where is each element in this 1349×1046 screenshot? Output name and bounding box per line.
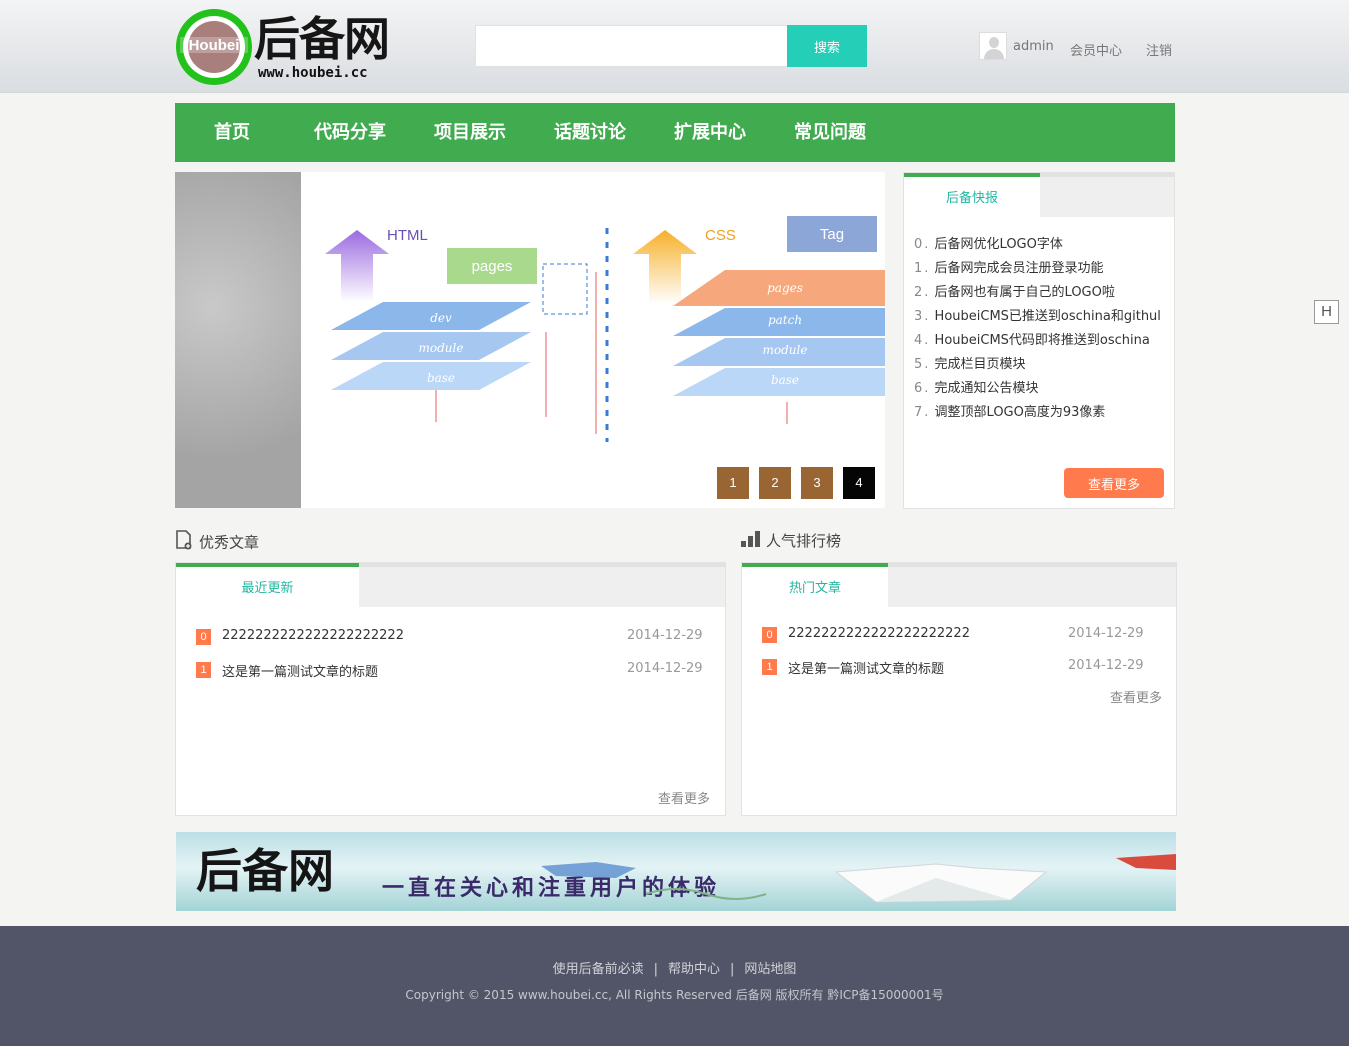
footer-copyright: Copyright © 2015 www.houbei.cc, All Righ… <box>405 988 944 1002</box>
search-button[interactable]: 搜索 <box>787 25 867 67</box>
news-list: 0. 后备网优化LOGO字体 1. 后备网完成会员注册登录功能 2. 后备网也有… <box>914 233 1166 425</box>
promo-banner[interactable]: 后备网 一直在关心和注重用户的体验 <box>176 832 1176 911</box>
articles-tabbar: 最近更新 <box>176 563 725 611</box>
layer-dev-label: dev <box>430 311 452 325</box>
layer-base-label: base <box>427 371 455 385</box>
diagram-pages-label: pages <box>472 258 513 275</box>
logo-url: www.houbei.cc <box>258 65 368 81</box>
table-row[interactable]: 0 2222222222222222222222 2014-12-29 <box>196 628 703 648</box>
main-nav: 首页 代码分享 项目展示 话题讨论 扩展中心 常见问题 <box>175 103 1175 162</box>
footer-link-readme[interactable]: 使用后备前必读 <box>553 962 644 977</box>
news-more-button[interactable]: 查看更多 <box>1064 468 1164 498</box>
list-item[interactable]: 2. 后备网也有属于自己的LOGO啦 <box>914 281 1166 305</box>
footer: 使用后备前必读 | 帮助中心 | 网站地图 Copyright © 2015 www.h… <box>0 926 1349 1046</box>
list-item[interactable]: 1. 后备网完成会员注册登录功能 <box>914 257 1166 281</box>
nav-item-extensions[interactable]: 扩展中心 <box>674 103 746 162</box>
tab-news-flash[interactable]: 后备快报 <box>904 173 1040 221</box>
footer-links: 使用后备前必读 | 帮助中心 | 网站地图 <box>552 962 797 977</box>
nav-item-code-share[interactable]: 代码分享 <box>314 103 386 162</box>
svg-text:pages: pages <box>767 281 803 295</box>
list-item[interactable]: 5. 完成栏目页模块 <box>914 353 1166 377</box>
logo-name: 后备网 <box>254 12 390 66</box>
list-item[interactable]: 3. HoubeiCMS已推送到oschina和githul <box>914 305 1166 329</box>
search-bar: 搜索 <box>475 25 867 67</box>
slider-page-3[interactable]: 3 <box>801 467 833 499</box>
paper-boat-icon <box>541 854 1176 903</box>
nav-item-topics[interactable]: 话题讨论 <box>554 103 626 162</box>
slide-edge-image <box>175 172 301 508</box>
ranking-tabbar: 热门文章 <box>742 563 1176 611</box>
bar-chart-icon <box>741 530 760 553</box>
tab-recent-updates[interactable]: 最近更新 <box>176 563 359 611</box>
footer-link-help[interactable]: 帮助中心 <box>668 962 720 977</box>
table-row[interactable]: 1 这是第一篇测试文章的标题 2014-12-29 <box>196 661 703 681</box>
diagram-tag-label: Tag <box>820 226 844 243</box>
member-center-link[interactable]: 会员中心 <box>1070 40 1122 59</box>
diagram-html-title: HTML <box>387 227 428 244</box>
ranking-more-link[interactable]: 查看更多 <box>1110 687 1162 706</box>
list-item[interactable]: 6. 完成通知公告模块 <box>914 377 1166 401</box>
articles-more-link[interactable]: 查看更多 <box>658 788 710 807</box>
layer-module-label: module <box>419 341 464 355</box>
nav-item-faq[interactable]: 常见问题 <box>794 103 866 162</box>
list-item[interactable]: 0. 后备网优化LOGO字体 <box>914 233 1166 257</box>
ranking-section-title: 人气排行榜 <box>741 530 841 552</box>
username-link[interactable]: admin <box>1013 39 1054 54</box>
search-input[interactable] <box>475 25 787 67</box>
header: Houbei 后备网 www.houbei.cc 搜索 admin 会员中心 注… <box>0 0 1349 93</box>
logo-emblem: Houbei <box>176 9 252 85</box>
slider-page-2[interactable]: 2 <box>759 467 791 499</box>
nav-item-home[interactable]: 首页 <box>214 103 250 162</box>
logout-link[interactable]: 注销 <box>1146 40 1172 59</box>
purple-arrow <box>325 230 389 302</box>
footer-link-sitemap[interactable]: 网站地图 <box>744 962 796 977</box>
svg-text:base: base <box>771 373 799 387</box>
slider-page-1[interactable]: 1 <box>717 467 749 499</box>
list-item[interactable]: 7. 调整顶部LOGO高度为93像素 <box>914 401 1166 425</box>
svg-text:module: module <box>763 343 808 357</box>
slide-diagram: HTML pages dev module base CSS Tag pages… <box>325 216 885 442</box>
float-help-button[interactable]: H <box>1314 300 1339 324</box>
nav-item-projects[interactable]: 项目展示 <box>434 103 506 162</box>
site-logo[interactable]: Houbei 后备网 www.houbei.cc <box>176 9 391 86</box>
news-tabbar: 后备快报 <box>904 173 1174 221</box>
tab-hot-articles[interactable]: 热门文章 <box>742 563 888 611</box>
svg-text:patch: patch <box>768 313 802 327</box>
articles-section-title: 优秀文章 <box>175 530 259 552</box>
orange-arrow <box>633 230 697 304</box>
table-row[interactable]: 0 2222222222222222222222 2014-12-29 <box>762 626 1168 646</box>
logo-mark-text: Houbei <box>188 37 240 54</box>
table-row[interactable]: 1 这是第一篇测试文章的标题 2014-12-29 <box>762 658 1168 678</box>
slider-page-4[interactable]: 4 <box>843 467 875 499</box>
document-icon <box>175 530 193 556</box>
user-bar: admin 会员中心 注销 <box>979 32 1179 62</box>
ranking-panel: 热门文章 0 2222222222222222222222 2014-12-29… <box>741 562 1177 816</box>
avatar[interactable] <box>979 32 1007 60</box>
articles-panel: 最近更新 0 2222222222222222222222 2014-12-29… <box>175 562 726 816</box>
diagram-css-title: CSS <box>705 227 736 244</box>
image-slider[interactable]: HTML pages dev module base CSS Tag pages… <box>175 172 885 508</box>
list-item[interactable]: 4. HoubeiCMS代码即将推送到oschina <box>914 329 1166 353</box>
news-box: 后备快报 0. 后备网优化LOGO字体 1. 后备网完成会员注册登录功能 2. … <box>903 172 1175 509</box>
